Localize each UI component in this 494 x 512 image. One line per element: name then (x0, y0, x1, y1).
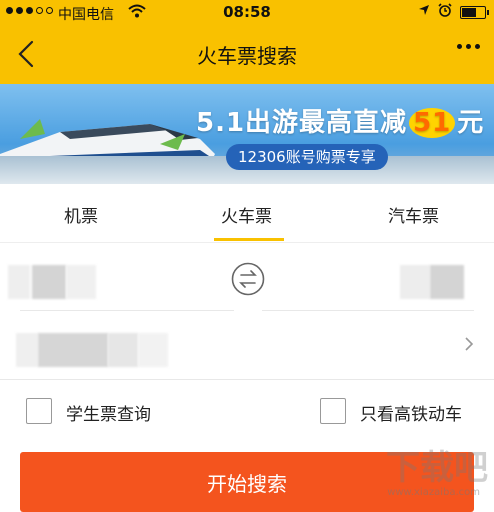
battery-icon (460, 5, 489, 19)
top-bar: 中国电信 08:58 火车票搜索 (0, 0, 494, 84)
tab-train[interactable]: 火车票 (221, 202, 272, 227)
student-ticket-checkbox[interactable] (26, 398, 52, 424)
banner-headline: 5.1出游最高直减 51 元 (196, 102, 484, 139)
date-selector[interactable] (0, 311, 494, 380)
date-redacted (16, 333, 38, 367)
date-redacted-block (138, 333, 168, 367)
date-redacted-block (38, 333, 108, 367)
high-speed-only-checkbox[interactable] (320, 398, 346, 424)
arrival-station-redacted-block (430, 265, 464, 299)
swap-stations-button[interactable] (231, 262, 265, 296)
watermark-logo: 下载吧 (386, 448, 488, 488)
departure-station-redacted-block (66, 265, 96, 299)
discount-amount: 51 (409, 108, 456, 138)
high-speed-only-label: 只看高铁动车 (360, 405, 462, 425)
banner-subtitle: 12306账号购票专享 (226, 144, 388, 170)
promo-banner[interactable]: 5.1出游最高直减 51 元 12306账号购票专享 (0, 84, 494, 184)
dot (457, 44, 462, 49)
swap-icon (231, 262, 265, 296)
location-icon (418, 4, 430, 20)
departure-station-redacted[interactable] (8, 265, 30, 299)
headline-unit: 元 (457, 108, 485, 138)
departure-station-redacted-block (32, 265, 66, 299)
active-tab-indicator (214, 238, 284, 241)
watermark-url: www.xiazaiba.com (387, 487, 480, 498)
date-redacted-block (108, 333, 138, 367)
status-bar: 中国电信 08:58 (0, 0, 494, 26)
transport-tabs: 机票 火车票 汽车票 (0, 184, 494, 243)
dot (466, 44, 471, 49)
student-ticket-label: 学生票查询 (66, 405, 151, 425)
page-title: 火车票搜索 (197, 44, 297, 68)
arrival-station-redacted[interactable] (400, 265, 430, 299)
dot (475, 44, 480, 49)
more-menu-button[interactable] (457, 44, 480, 49)
chevron-right-icon (465, 337, 474, 351)
tab-bus[interactable]: 汽车票 (388, 202, 439, 227)
alarm-icon (438, 3, 452, 21)
headline-text: 5.1出游最高直减 (196, 108, 408, 138)
tab-flight[interactable]: 机票 (64, 202, 98, 227)
